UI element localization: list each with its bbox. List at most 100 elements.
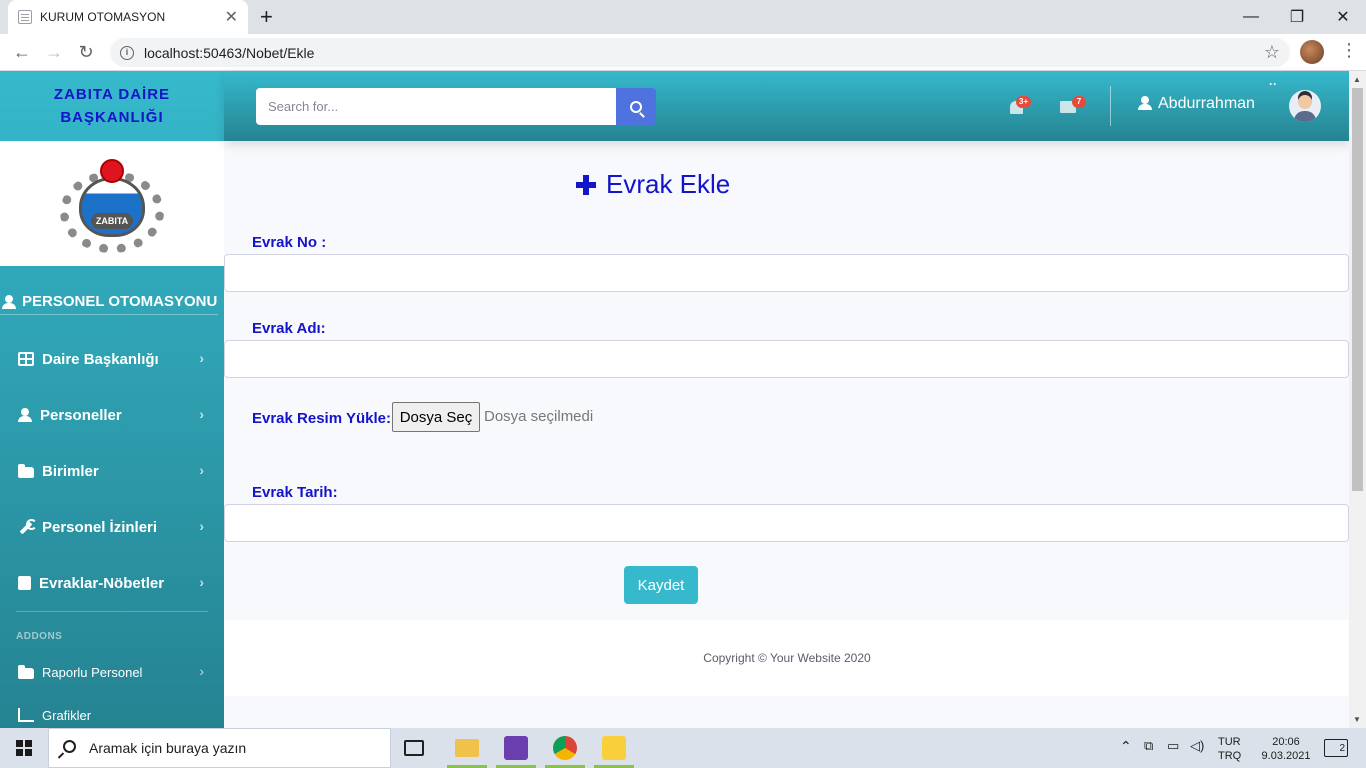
sidebar-item-grafikler[interactable]: Grafikler — [0, 708, 224, 728]
page-title: Evrak Ekle — [576, 169, 730, 200]
more-dots-icon[interactable]: ·· — [1269, 77, 1277, 91]
folder-icon — [18, 463, 34, 478]
chevron-right-icon: › — [199, 574, 204, 590]
meeting-icon[interactable]: ⧉ — [1144, 739, 1153, 753]
language-indicator[interactable]: TUR TRQ — [1218, 735, 1241, 763]
sidebar-section-title: PERSONEL OTOMASYONU — [0, 293, 218, 315]
sidebar-item-raporlu-personel[interactable]: Raporlu Personel › — [0, 652, 224, 692]
sidebar-divider — [16, 611, 208, 612]
chevron-right-icon: › — [199, 350, 204, 366]
browser-tab-strip: KURUM OTOMASYON ✕ + — ❐ ✕ — [0, 0, 1366, 34]
tools-app-icon[interactable] — [602, 736, 626, 760]
forward-icon[interactable]: → — [42, 40, 66, 64]
browser-menu-icon[interactable]: ⋮ — [1340, 40, 1358, 61]
file-explorer-icon[interactable] — [455, 739, 479, 757]
sidebar-item-label: Birimler — [42, 462, 99, 480]
language-bottom: TRQ — [1218, 750, 1242, 762]
windows-start-icon[interactable] — [16, 740, 32, 756]
restore-window-button[interactable]: ❐ — [1274, 0, 1320, 34]
alerts-badge: 3+ — [1016, 96, 1032, 108]
book-icon — [18, 576, 31, 590]
sidebar-brand[interactable]: ZABITA DAİRE BAŞKANLIĞI — [0, 71, 224, 141]
brand-line-2: BAŞKANLIĞI — [60, 109, 164, 126]
sidebar: ZABITA DAİRE BAŞKANLIĞI ZABITA PERSONEL … — [0, 71, 224, 728]
avatar[interactable] — [1289, 90, 1321, 122]
page: ZABITA DAİRE BAŞKANLIĞI ZABITA PERSONEL … — [0, 71, 1366, 728]
chevron-up-icon[interactable]: ⌃ — [1120, 739, 1132, 753]
scrollbar-thumb[interactable] — [1352, 88, 1363, 491]
page-title-text: Evrak Ekle — [606, 169, 731, 199]
evrak-adi-label: Evrak Adı: — [252, 320, 326, 337]
notification-center-icon[interactable]: 2 — [1324, 739, 1348, 757]
sidebar-item-label: Evraklar-Nöbetler — [39, 574, 165, 592]
topbar-divider — [1110, 86, 1111, 126]
clock-time: 20:06 — [1272, 736, 1300, 748]
page-scrollbar[interactable]: ▲ ▼ — [1349, 71, 1366, 728]
clock-date: 9.03.2021 — [1261, 750, 1311, 762]
scroll-down-arrow-icon[interactable]: ▼ — [1353, 715, 1361, 724]
browser-profile-avatar[interactable] — [1300, 40, 1324, 64]
search-input[interactable]: Search for... — [256, 88, 616, 125]
browser-toolbar: ← → ↻ i localhost:50463/Nobet/Ekle ☆ — [0, 34, 1366, 71]
wrench-icon — [18, 519, 37, 534]
chrome-icon[interactable] — [553, 736, 577, 760]
tab-close-icon[interactable]: ✕ — [225, 7, 238, 27]
chevron-right-icon: › — [199, 406, 204, 422]
topbar: Search for... 3+ 7 Abdurrahman ·· — [224, 71, 1350, 141]
copyright-text: Copyright © Your Website 2020 — [703, 651, 871, 665]
brand-line-1: ZABITA DAİRE — [53, 86, 171, 103]
browser-tab[interactable]: KURUM OTOMASYON ✕ — [8, 0, 248, 34]
user-icon — [18, 408, 32, 422]
sidebar-item-daire-baskanligi[interactable]: Daire Başkanlığı › — [0, 339, 224, 379]
bookmark-star-icon[interactable]: ☆ — [1264, 42, 1280, 63]
footer: Copyright © Your Website 2020 — [224, 620, 1350, 696]
speaker-icon[interactable]: ◁) — [1190, 739, 1204, 753]
messages-badge: 7 — [1072, 96, 1086, 108]
taskbar-search-text: Aramak için buraya yazın — [89, 740, 247, 756]
evrak-tarih-input[interactable] — [224, 504, 1349, 542]
sidebar-item-label: Personel İzinleri — [42, 518, 158, 536]
battery-icon[interactable]: ▭ — [1167, 739, 1179, 753]
table-icon — [18, 352, 34, 366]
address-bar[interactable]: i localhost:50463/Nobet/Ekle ☆ — [110, 38, 1290, 67]
addons-heading: ADDONS — [16, 631, 63, 642]
close-window-button[interactable]: ✕ — [1320, 0, 1366, 34]
tab-title: KURUM OTOMASYON — [40, 10, 166, 24]
plus-icon — [576, 174, 596, 195]
chevron-right-icon: › — [199, 462, 204, 478]
reload-icon[interactable]: ↻ — [74, 40, 98, 64]
evrak-adi-input[interactable] — [224, 340, 1349, 378]
scroll-up-arrow-icon[interactable]: ▲ — [1353, 75, 1361, 84]
visual-studio-icon[interactable] — [504, 736, 528, 760]
folder-icon — [18, 664, 34, 679]
sidebar-item-label: Raporlu Personel — [42, 664, 143, 680]
save-button[interactable]: Kaydet — [624, 566, 698, 604]
task-view-icon[interactable] — [404, 740, 424, 756]
sidebar-item-birimler[interactable]: Birimler › — [0, 451, 224, 491]
clock[interactable]: 20:06 9.03.2021 — [1256, 735, 1316, 763]
site-info-icon[interactable]: i — [120, 45, 134, 60]
sidebar-item-evraklar-nobetler[interactable]: Evraklar-Nöbetler › — [0, 563, 224, 603]
windows-taskbar: Aramak için buraya yazın ⌃ ⧉ ▭ ◁) TUR TR… — [0, 728, 1366, 768]
back-icon[interactable]: ← — [10, 40, 34, 64]
new-tab-button[interactable]: + — [260, 4, 273, 30]
search-icon — [630, 100, 642, 113]
sidebar-item-personel-izinleri[interactable]: Personel İzinleri › — [0, 507, 224, 547]
evrak-no-input[interactable] — [224, 254, 1349, 292]
logo-container: ZABITA — [0, 141, 224, 266]
red-sun-graphic — [100, 159, 124, 183]
evrak-resim-label: Evrak Resim Yükle: — [252, 410, 391, 427]
user-dropdown[interactable]: Abdurrahman — [1138, 95, 1255, 113]
file-choose-button[interactable]: Dosya Seç — [392, 402, 480, 432]
sidebar-item-label: Daire Başkanlığı — [42, 350, 159, 368]
chevron-right-icon: › — [199, 663, 204, 679]
minimize-window-button[interactable]: — — [1228, 0, 1274, 34]
sidebar-item-personeller[interactable]: Personeller › — [0, 395, 224, 435]
sidebar-item-label: Personeller — [40, 406, 122, 424]
evrak-no-label: Evrak No : — [252, 234, 327, 251]
chart-icon — [18, 708, 34, 722]
search-button[interactable] — [616, 88, 656, 125]
chevron-right-icon: › — [199, 518, 204, 534]
search-icon — [63, 740, 76, 753]
taskbar-search-box[interactable]: Aramak için buraya yazın — [48, 728, 391, 768]
